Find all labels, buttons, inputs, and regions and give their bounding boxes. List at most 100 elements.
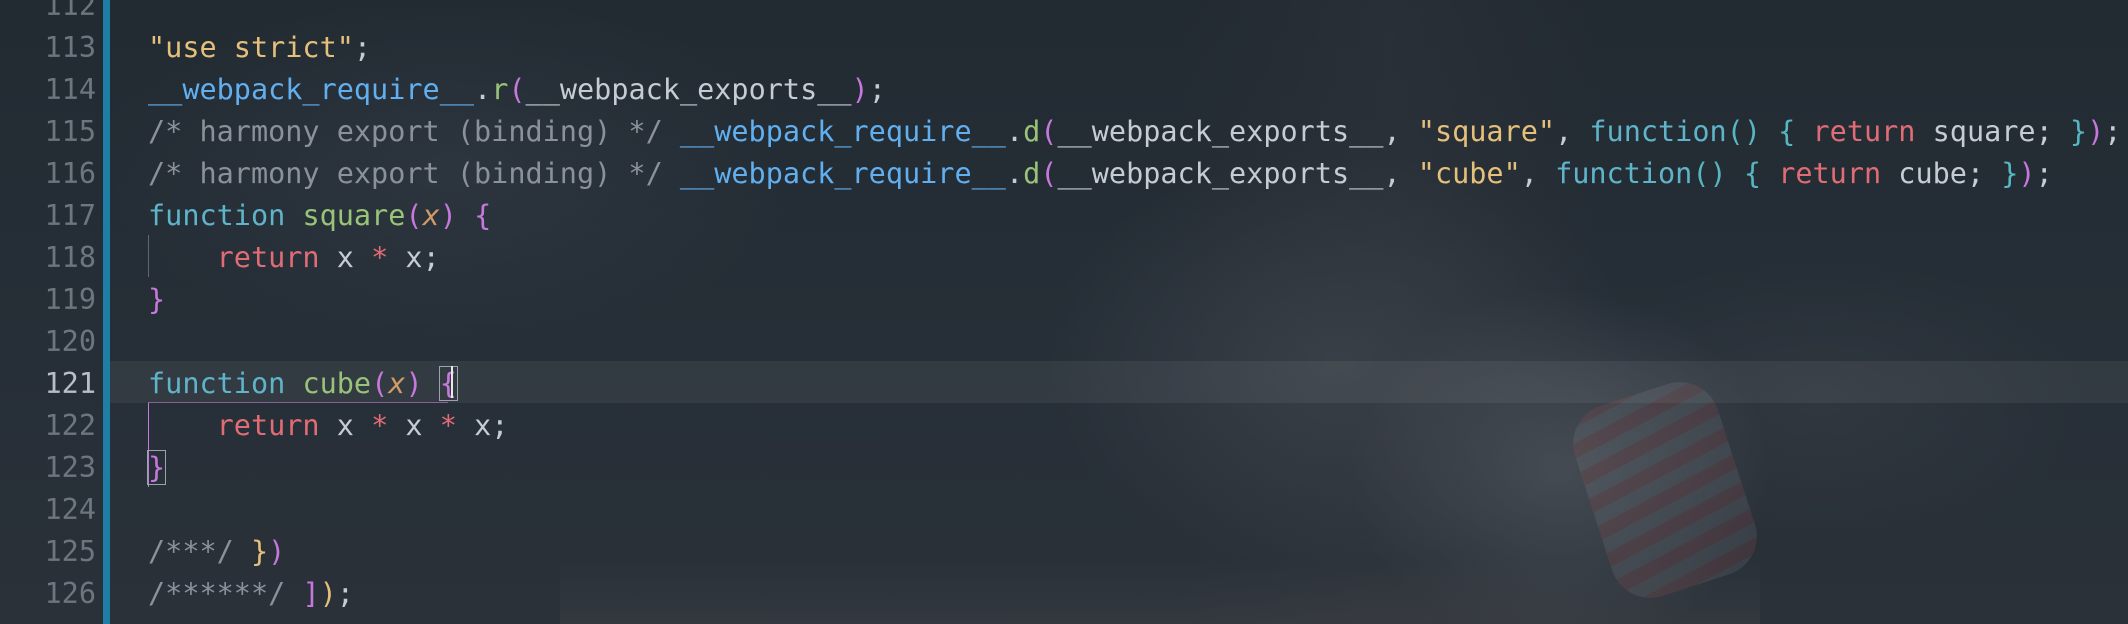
code-token: __webpack_exports__, bbox=[1057, 115, 1418, 148]
line-code: /******/ ]); bbox=[148, 573, 354, 615]
code-token: ( bbox=[405, 199, 423, 232]
code-token: x bbox=[388, 409, 440, 442]
code-token: x bbox=[388, 367, 406, 400]
code-token: /* harmony export (binding) */ bbox=[148, 115, 680, 148]
background-wallpaper bbox=[1180, 0, 1600, 624]
line-number: 114 bbox=[44, 73, 96, 106]
code-token: function bbox=[148, 199, 286, 232]
code-token: ; bbox=[2035, 157, 2053, 190]
line-code: /* harmony export (binding) */ __webpack… bbox=[148, 153, 2053, 195]
line-number: 123 bbox=[44, 451, 96, 484]
code-token: , bbox=[1555, 115, 1590, 148]
code-token: r bbox=[491, 73, 509, 106]
code-token: ; bbox=[2104, 115, 2122, 148]
code-token: ( bbox=[1040, 157, 1058, 190]
code-token: x; bbox=[388, 241, 440, 274]
code-token: ) bbox=[2018, 157, 2036, 190]
code-token: } bbox=[148, 283, 166, 316]
code-token: { bbox=[1743, 157, 1762, 190]
line-number: 125 bbox=[44, 535, 96, 568]
code-token: () bbox=[1726, 115, 1761, 148]
line-code: /* harmony export (binding) */ __webpack… bbox=[148, 111, 2121, 153]
code-token: * bbox=[439, 409, 457, 442]
code-token: "use strict" bbox=[148, 31, 354, 64]
code-token: cube bbox=[302, 367, 372, 400]
code-token: "square" bbox=[1417, 115, 1556, 148]
code-token: } bbox=[146, 450, 167, 485]
code-token: function bbox=[1555, 157, 1693, 190]
background-wallpaper-detail bbox=[1562, 371, 1768, 609]
line-number: 124 bbox=[44, 493, 96, 526]
gutter-indicator-bar bbox=[103, 0, 110, 624]
code-token: ( bbox=[371, 367, 389, 400]
code-token: x; bbox=[456, 409, 509, 442]
code-token: () bbox=[1692, 157, 1727, 190]
line-code: } bbox=[148, 279, 165, 321]
code-token: return bbox=[1778, 157, 1882, 190]
code-token: /******/ bbox=[148, 577, 303, 610]
code-token: ; bbox=[353, 31, 372, 64]
line-code: } bbox=[146, 447, 167, 489]
code-token: ; bbox=[336, 577, 354, 610]
code-token: /* harmony export (binding) */ bbox=[148, 157, 680, 190]
code-token: x bbox=[319, 409, 372, 442]
code-token: __webpack_exports__, bbox=[1057, 157, 1418, 190]
code-token: ( bbox=[508, 73, 526, 106]
code-token: } bbox=[2069, 115, 2088, 148]
code-token: { bbox=[474, 199, 492, 232]
code-token: , bbox=[1520, 157, 1556, 190]
text-cursor bbox=[451, 366, 453, 398]
code-token: { bbox=[1778, 115, 1796, 148]
code-token: return bbox=[1812, 115, 1916, 148]
code-token: { bbox=[438, 366, 458, 401]
code-token: __webpack_require__ bbox=[679, 115, 1006, 148]
code-token: function bbox=[148, 367, 286, 400]
line-code: function cube(x) { bbox=[148, 363, 458, 405]
line-number: 122 bbox=[44, 409, 96, 442]
line-code: __webpack_require__.r(__webpack_exports_… bbox=[148, 69, 886, 111]
code-token: . bbox=[1005, 157, 1024, 190]
code-token: d bbox=[1023, 115, 1041, 148]
line-number: 113 bbox=[44, 31, 96, 64]
line-number: 120 bbox=[44, 325, 96, 358]
line-code: /***/ }) bbox=[148, 531, 285, 573]
code-token: . bbox=[1005, 115, 1024, 148]
line-number: 112 bbox=[44, 0, 96, 22]
code-token: ) bbox=[851, 73, 869, 106]
line-number: 116 bbox=[44, 157, 96, 190]
code-editor[interactable]: 112 113 "use strict"; 114 __webpack_require_… bbox=[0, 0, 2128, 624]
code-token: * bbox=[371, 241, 389, 274]
code-token: * bbox=[371, 409, 389, 442]
code-token: __webpack_require__ bbox=[148, 73, 475, 106]
code-token: } bbox=[2001, 157, 2019, 190]
line-code: function square(x) { bbox=[148, 195, 491, 237]
code-token: return bbox=[216, 241, 320, 274]
code-token: . bbox=[474, 73, 492, 106]
line-number: 119 bbox=[44, 283, 96, 316]
code-token: } bbox=[250, 535, 269, 568]
code-token: ] bbox=[302, 577, 320, 610]
code-token: cube; bbox=[1881, 157, 2002, 190]
code-token: return bbox=[216, 409, 320, 442]
code-token: __webpack_exports__ bbox=[525, 73, 852, 106]
code-token: ; bbox=[868, 73, 886, 106]
code-token: square bbox=[302, 199, 406, 232]
code-token: x bbox=[422, 199, 440, 232]
line-code: return x * x; bbox=[148, 237, 440, 279]
line-number: 118 bbox=[44, 241, 96, 274]
code-token: ) bbox=[439, 199, 457, 232]
code-token: ( bbox=[1040, 115, 1058, 148]
code-token: function bbox=[1589, 115, 1727, 148]
code-token: "cube" bbox=[1417, 157, 1521, 190]
code-token: ) bbox=[405, 367, 423, 400]
line-number: 121 bbox=[44, 367, 96, 400]
